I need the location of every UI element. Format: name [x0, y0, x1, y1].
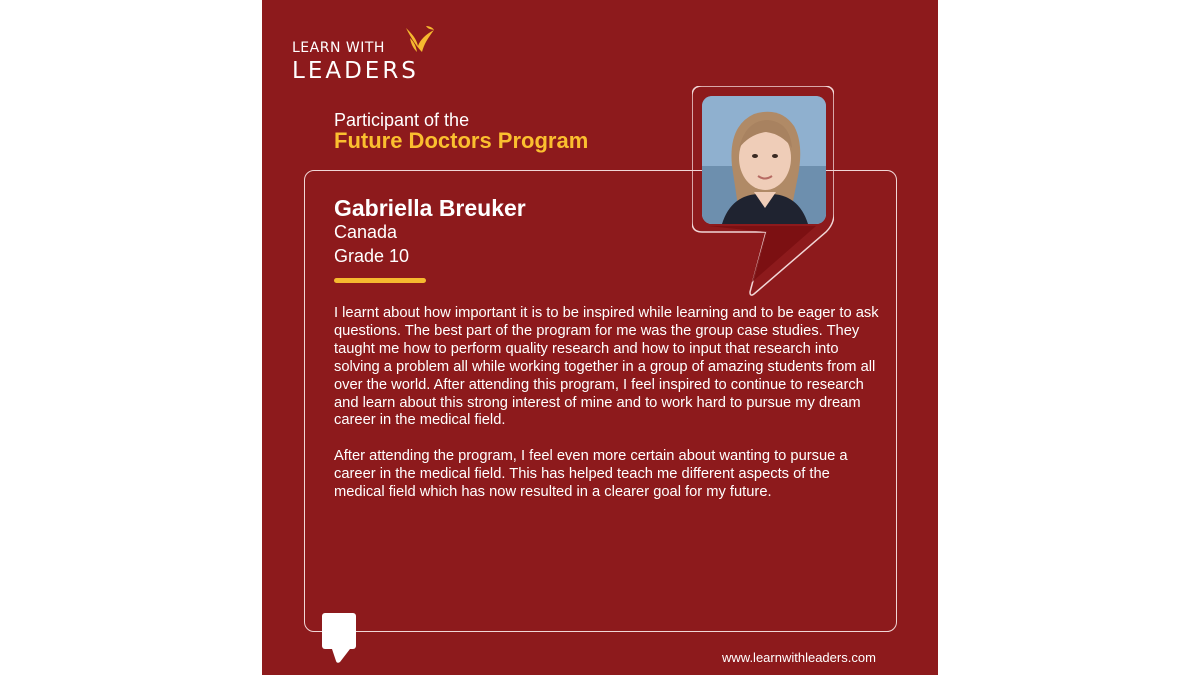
testimonial-card: LEARN WITH LEADERS Participant of the Fu…	[262, 0, 938, 675]
website-url[interactable]: www.learnwithleaders.com	[722, 650, 876, 665]
participant-country: Canada	[334, 222, 398, 242]
testimonial-paragraph-2: After attending the program, I feel even…	[334, 448, 848, 501]
testimonial-text: I learnt about how important it is to be…	[334, 305, 882, 502]
quote-icon	[322, 613, 356, 663]
accent-underline	[334, 278, 426, 283]
participant-photo-frame	[692, 86, 834, 296]
participant-name: Gabriella Breuker	[334, 195, 526, 221]
bird-icon	[406, 26, 434, 52]
participant-grade: Grade 10	[334, 246, 410, 266]
logo-bottom-text: LEADERS	[292, 58, 419, 84]
brand-logo: LEARN WITH LEADERS	[292, 24, 434, 86]
testimonial-paragraph-1: I learnt about how important it is to be…	[334, 305, 879, 429]
logo-top-text: LEARN WITH	[292, 40, 385, 56]
program-title: Future Doctors Program	[334, 128, 589, 153]
participant-photo	[702, 96, 826, 224]
